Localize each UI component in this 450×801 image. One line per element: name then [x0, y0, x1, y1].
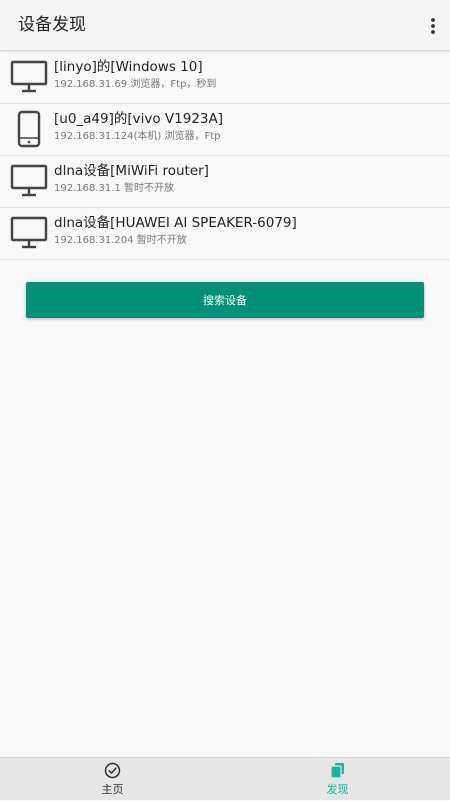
device-item[interactable]: dlna设备[HUAWEI AI SPEAKER-6079] 192.168.3… [0, 208, 450, 260]
device-name: [u0_a49]的[vivo V1923A] [54, 111, 224, 127]
app-bar: 设备发现 [0, 0, 450, 51]
device-info: 192.168.31.124(本机) 浏览器，Ftp [54, 131, 221, 142]
more-vertical-icon[interactable] [426, 13, 440, 39]
device-name: dlna设备[HUAWEI AI SPEAKER-6079] [54, 215, 297, 231]
monitor-icon [10, 214, 48, 252]
bottom-nav: 主页 发现 [0, 757, 450, 800]
device-info: 192.168.31.1 暂时不开放 [54, 183, 174, 194]
device-item[interactable]: [linyo]的[Windows 10] 192.168.31.69 浏览器，F… [0, 52, 450, 104]
monitor-icon [10, 162, 48, 200]
nav-label-home: 主页 [101, 783, 124, 796]
device-item[interactable]: dlna设备[MiWiFi router] 192.168.31.1 暂时不开放 [0, 156, 450, 208]
device-item[interactable]: [u0_a49]的[vivo V1923A] 192.168.31.124(本机… [0, 104, 450, 156]
phone-icon [10, 110, 48, 148]
nav-label-discover: 发现 [326, 783, 349, 796]
device-list: [linyo]的[Windows 10] 192.168.31.69 浏览器，F… [0, 52, 450, 260]
compass-icon [104, 762, 121, 779]
monitor-icon [10, 58, 48, 96]
cards-icon [329, 762, 346, 779]
device-info: 192.168.31.69 浏览器，Ftp，秒到 [54, 79, 217, 90]
nav-item-discover[interactable]: 发现 [225, 758, 450, 801]
device-name: dlna设备[MiWiFi router] [54, 163, 209, 179]
nav-item-home[interactable]: 主页 [0, 758, 225, 801]
search-devices-button[interactable]: 搜索设备 [26, 282, 424, 318]
device-name: [linyo]的[Windows 10] [54, 59, 203, 75]
page-title: 设备发现 [18, 15, 86, 35]
device-info: 192.168.31.204 暂时不开放 [54, 235, 187, 246]
